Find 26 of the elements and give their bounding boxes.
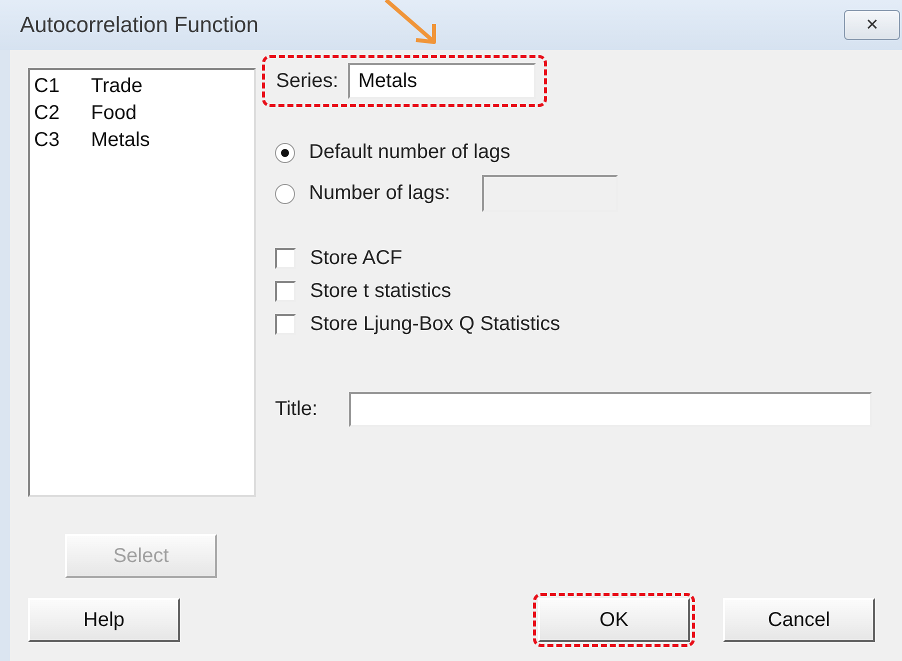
radio-label[interactable]: Default number of lags: [309, 141, 510, 164]
column-name[interactable]: Trade: [91, 73, 143, 100]
column-list[interactable]: C1 Trade C2 Food C3 Metals: [28, 68, 256, 497]
ok-button[interactable]: OK: [538, 598, 690, 642]
checkbox-label[interactable]: Store t statistics: [310, 280, 452, 303]
title-field[interactable]: [348, 392, 872, 427]
column-name[interactable]: Metals: [91, 127, 150, 154]
column-id[interactable]: C3: [34, 127, 91, 154]
column-name[interactable]: Food: [91, 100, 137, 127]
checkbox[interactable]: [275, 248, 296, 269]
help-button[interactable]: Help: [28, 598, 180, 642]
radio-button[interactable]: [275, 184, 295, 204]
radio-button[interactable]: [275, 142, 295, 162]
title-label: Title:: [275, 398, 318, 421]
window-title: Autocorrelation Function: [20, 12, 258, 38]
cancel-button[interactable]: Cancel: [723, 598, 875, 642]
checkbox-label[interactable]: Store Ljung-Box Q Statistics: [310, 313, 560, 336]
checkbox-label[interactable]: Store ACF: [310, 247, 402, 270]
series-label: Series:: [276, 70, 338, 92]
checkbox[interactable]: [275, 314, 296, 335]
radio-label[interactable]: Number of lags:: [309, 182, 450, 205]
series-field[interactable]: Metals: [348, 63, 536, 99]
close-button[interactable]: ✕: [844, 10, 900, 40]
column-id[interactable]: C2: [34, 100, 91, 127]
checkbox[interactable]: [275, 281, 296, 302]
column-id[interactable]: C1: [34, 73, 91, 100]
